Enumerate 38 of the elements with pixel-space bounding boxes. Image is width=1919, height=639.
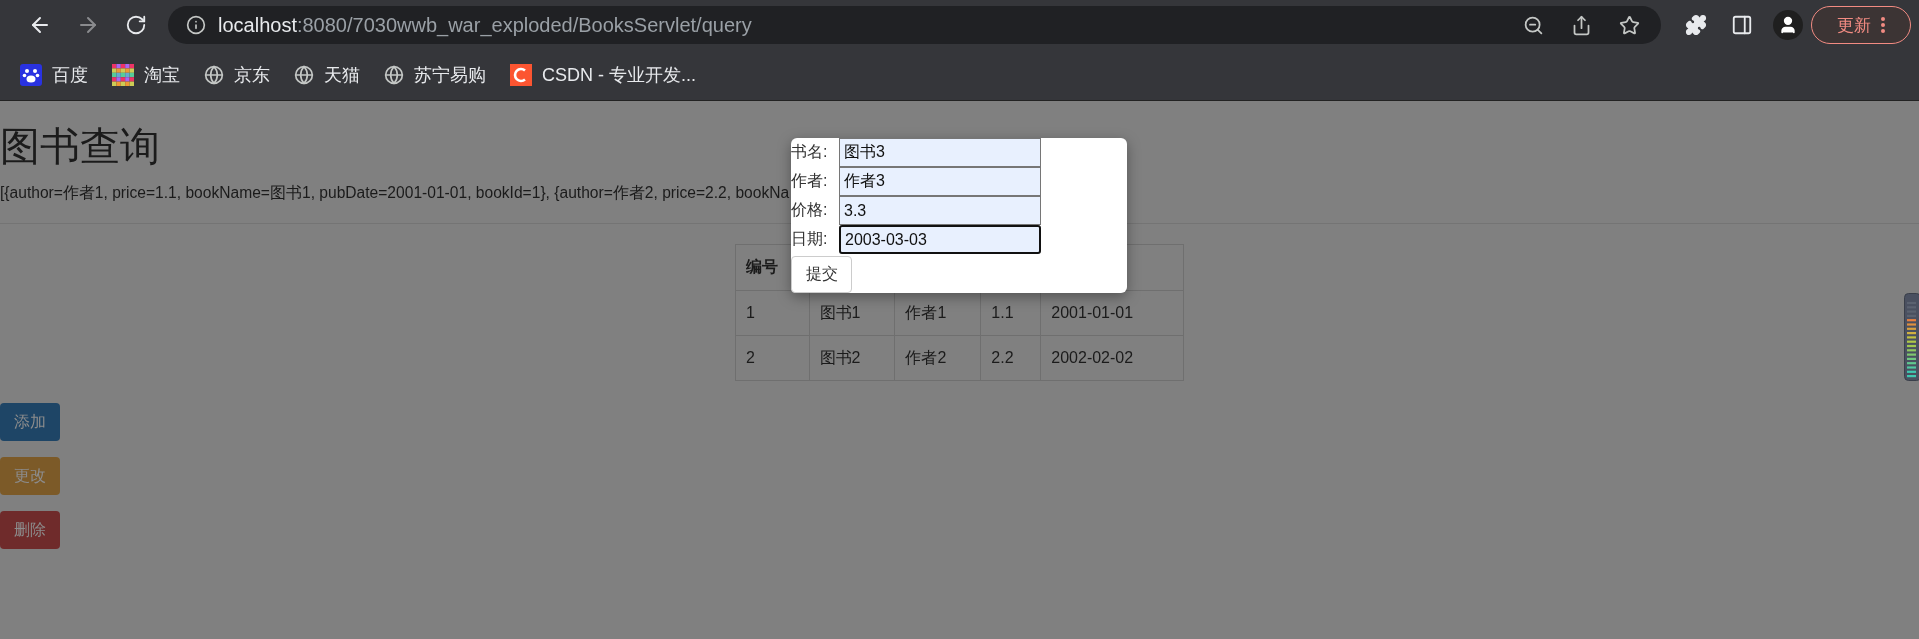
update-button[interactable]: 更新 <box>1811 6 1911 44</box>
data-text: [{author=作者1, price=1.1, bookName=图书1, pubDate=2001-01-01, bookId=1}, {author=作者2, price=2.2, bookNa <box>0 183 790 203</box>
bookmark-link[interactable]: 淘宝 <box>112 63 180 87</box>
input-field[interactable]: 作者3 <box>839 167 1041 196</box>
field-label: 价格: <box>791 200 829 220</box>
bookmark-link[interactable]: CSDN - 专业开发... <box>510 63 696 87</box>
globe-icon <box>384 65 404 85</box>
table-cell: 2 <box>735 335 810 381</box>
table-cell: 2002-02-02 <box>1040 335 1184 381</box>
bookmark-link[interactable]: 京东 <box>204 63 270 87</box>
more-icon <box>1881 17 1885 33</box>
url-text: localhost:8080/7030wwb_war_exploded/BooksServlet/query <box>218 13 753 37</box>
submit-button[interactable]: 提交 <box>791 256 852 293</box>
side-panel-icon[interactable] <box>1731 14 1753 36</box>
input-field[interactable]: 3.3 <box>839 196 1041 225</box>
logo-icon <box>510 64 532 86</box>
address-bar[interactable]: localhost:8080/7030wwb_war_exploded/BooksServlet/query <box>168 6 1661 44</box>
bookmark-link[interactable]: 百度 <box>20 63 88 87</box>
table-cell: 2.2 <box>980 335 1041 381</box>
table-cell: 图书2 <box>809 335 895 381</box>
field-label: 书名: <box>791 142 829 162</box>
info-icon <box>186 15 206 35</box>
page-heading: 图书查询 <box>0 123 160 170</box>
bookmark-link[interactable]: 天猫 <box>294 63 360 87</box>
puzzle-icon[interactable] <box>1685 14 1707 36</box>
zoom-out-icon[interactable] <box>1522 14 1544 36</box>
field-label: 作者: <box>791 171 829 191</box>
globe-icon <box>294 65 314 85</box>
input-field[interactable]: 图书3 <box>839 138 1041 167</box>
globe-icon <box>204 65 224 85</box>
reload-icon <box>125 14 147 36</box>
paw-icon <box>20 64 42 86</box>
input-field[interactable]: 2003-03-03 <box>839 225 1041 254</box>
table-cell: 作者2 <box>894 335 981 381</box>
bookmark-link[interactable]: 苏宁易购 <box>384 63 486 87</box>
avatar-icon[interactable] <box>1773 10 1803 40</box>
star-icon[interactable] <box>1618 14 1640 36</box>
mosaic-icon <box>112 64 134 86</box>
